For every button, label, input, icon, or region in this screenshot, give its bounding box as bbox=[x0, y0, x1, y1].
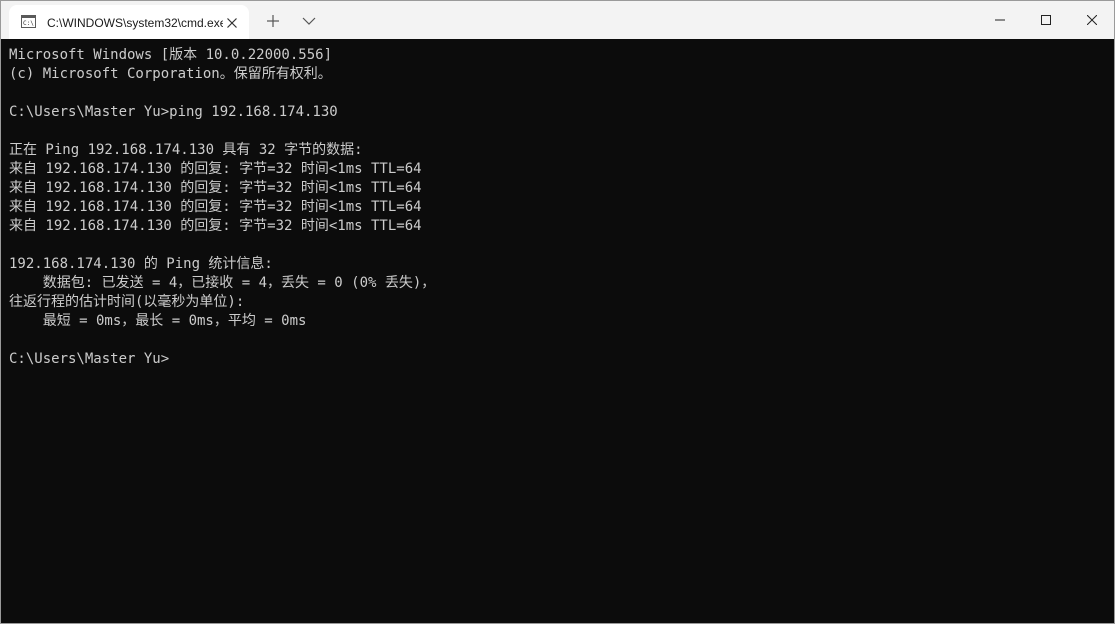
cmd-icon: C:\ bbox=[21, 15, 36, 28]
close-icon bbox=[1087, 15, 1097, 25]
console-line: 来自 192.168.174.130 的回复: 字节=32 时间<1ms TTL… bbox=[9, 161, 422, 177]
console-line: C:\Users\Master Yu> bbox=[9, 351, 170, 367]
console-area[interactable]: Microsoft Windows [版本 10.0.22000.556] (c)… bbox=[1, 39, 1114, 623]
console-line: 正在 Ping 192.168.174.130 具有 32 字节的数据: bbox=[9, 142, 363, 158]
terminal-window: C:\ C:\WINDOWS\system32\cmd.exe Microsof… bbox=[0, 0, 1115, 624]
console-line: 最短 = 0ms，最长 = 0ms，平均 = 0ms bbox=[9, 313, 307, 329]
console-line: 来自 192.168.174.130 的回复: 字节=32 时间<1ms TTL… bbox=[9, 180, 422, 196]
tab-cmd[interactable]: C:\ C:\WINDOWS\system32\cmd.exe bbox=[9, 5, 249, 39]
maximize-button[interactable] bbox=[1023, 1, 1069, 39]
maximize-icon bbox=[1041, 15, 1051, 25]
title-bar[interactable]: C:\ C:\WINDOWS\system32\cmd.exe bbox=[1, 1, 1114, 39]
console-line: Microsoft Windows [版本 10.0.22000.556] bbox=[9, 47, 333, 63]
chevron-down-icon[interactable] bbox=[299, 11, 319, 31]
console-line: C:\Users\Master Yu>ping 192.168.174.130 bbox=[9, 104, 338, 120]
console-line: 来自 192.168.174.130 的回复: 字节=32 时间<1ms TTL… bbox=[9, 218, 422, 234]
minimize-icon bbox=[995, 19, 1005, 21]
console-line: 192.168.174.130 的 Ping 统计信息: bbox=[9, 256, 273, 272]
console-line: 来自 192.168.174.130 的回复: 字节=32 时间<1ms TTL… bbox=[9, 199, 422, 215]
console-line: 往返行程的估计时间(以毫秒为单位): bbox=[9, 294, 245, 310]
scrollbar[interactable] bbox=[1100, 39, 1114, 623]
console-line: (c) Microsoft Corporation。保留所有权利。 bbox=[9, 66, 332, 82]
close-window-button[interactable] bbox=[1069, 1, 1114, 39]
plus-icon[interactable] bbox=[263, 11, 283, 31]
close-icon[interactable] bbox=[223, 14, 241, 32]
svg-text:C:\: C:\ bbox=[23, 20, 34, 27]
minimize-button[interactable] bbox=[977, 1, 1023, 39]
console-output: Microsoft Windows [版本 10.0.22000.556] (c)… bbox=[9, 46, 435, 369]
console-line: 数据包: 已发送 = 4，已接收 = 4，丢失 = 0 (0% 丢失)， bbox=[9, 275, 436, 291]
tab-title: C:\WINDOWS\system32\cmd.exe bbox=[47, 16, 223, 30]
